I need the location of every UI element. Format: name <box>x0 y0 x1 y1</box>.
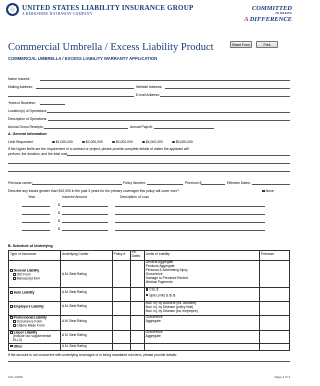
claims-question: Describe any losses greater than $10,000… <box>8 189 179 193</box>
description-field[interactable] <box>48 120 290 121</box>
page-number: Page 1 of 4 <box>274 375 290 379</box>
policy-number-label: Policy Number: <box>123 181 146 185</box>
website-address-field[interactable] <box>165 88 290 89</box>
effective-dates-field[interactable] <box>252 184 290 185</box>
claims-made-form-checkbox[interactable]: Claims-Made Form <box>10 324 59 328</box>
table-row: Professional Liability Occurrence Form C… <box>8 314 290 331</box>
col-header: Type of Insurance <box>8 250 61 261</box>
csl-checkbox[interactable]: CSL $ <box>145 287 258 292</box>
col-incurred-label: Incurred Amount <box>62 195 87 199</box>
loss-year-1[interactable] <box>22 206 50 207</box>
table-row: Employers Liability A.M. Best Rating Bod… <box>8 300 290 316</box>
table-row: Auto Liability A.M. Best Rating CSL $ Sp… <box>8 286 290 302</box>
mailing-address-field-2[interactable] <box>8 96 134 97</box>
annual-gross-field[interactable] <box>44 128 128 129</box>
form-code: CUL-10/06 <box>8 375 23 379</box>
locations-label: Location(s) of Operations: <box>8 109 48 113</box>
mailing-address-label: Mailing Address: <box>8 85 33 89</box>
premium-field[interactable] <box>201 184 225 185</box>
policy-number-field[interactable] <box>147 184 183 185</box>
section-a-heading: A. General Information <box>8 132 47 136</box>
auto-liability-checkbox[interactable]: Auto Liability <box>10 290 59 295</box>
limit-option-5[interactable]: $5,000,000 <box>172 140 193 144</box>
col-desc-label: Description of Loss <box>120 195 149 199</box>
locations-field[interactable] <box>47 112 290 113</box>
print-button[interactable]: Print <box>256 41 278 48</box>
col-header: Underlying Carrier <box>59 250 113 261</box>
other-checkbox[interactable]: Other <box>10 344 59 349</box>
page-title: Commercial Umbrella / Excess Liability P… <box>8 42 214 53</box>
table-header-row: Type of Insurance Underlying Carrier Pol… <box>8 250 290 261</box>
limit-option-4[interactable]: $4,000,000 <box>142 140 163 144</box>
concurrent-details-field[interactable] <box>8 361 290 362</box>
reset-form-button[interactable]: Reset Form <box>230 41 252 48</box>
premium-label: Premium $ <box>185 181 202 185</box>
loss-amount-4[interactable] <box>62 230 108 231</box>
table-row: Other A.M. Best Rating <box>8 343 290 352</box>
employers-liability-checkbox[interactable]: Employers Liability <box>10 304 59 309</box>
name-insured-label: Name Insured: <box>8 77 31 81</box>
company-subtitle: A BERKSHIRE HATHAWAY COMPANY <box>22 12 93 16</box>
higher-limits-note-1: If the higher limits are the requirement… <box>8 147 189 151</box>
table-row: General Liability ISO Form Manuscript fo… <box>8 259 290 288</box>
limit-option-2[interactable]: $2,000,000 <box>82 140 103 144</box>
higher-limits-note-2: perform, the duration, and the total cos… <box>8 152 69 156</box>
years-in-business-field[interactable] <box>40 104 65 105</box>
mailing-address-field[interactable] <box>36 88 134 89</box>
limit-option-1[interactable]: $1,000,000 <box>52 140 73 144</box>
email-address-label: E-mail Address: <box>136 93 160 97</box>
concurrent-note: If the account is not concurrent with un… <box>8 353 178 357</box>
col-header: Eff. Dates <box>129 250 145 261</box>
col-year-label: Year <box>28 195 35 199</box>
loss-amount-3[interactable] <box>62 222 108 223</box>
col-header: Limits of Liability <box>143 250 261 261</box>
description-label: Description of Operations: <box>8 117 48 121</box>
loss-desc-4[interactable] <box>115 230 265 231</box>
limit-option-3[interactable]: $3,000,000 <box>112 140 133 144</box>
higher-limits-field-2[interactable] <box>8 163 290 164</box>
years-in-business-label: Years in Business: <box>8 101 36 105</box>
limit-requested-label: Limit Requested: <box>8 140 34 144</box>
manuscript-form-checkbox[interactable]: Manuscript form <box>10 277 59 281</box>
loss-year-2[interactable] <box>22 214 50 215</box>
none-checkbox[interactable]: None <box>262 189 274 193</box>
committed-logo: COMMITTED TO MAKING A DIFFERENCE <box>244 5 292 23</box>
loss-year-3[interactable] <box>22 222 50 223</box>
loss-desc-1[interactable] <box>115 206 265 207</box>
effective-dates-label: Effective Dates: <box>227 181 251 185</box>
annual-payroll-label: Annual Payroll: <box>130 125 153 129</box>
loss-amount-2[interactable] <box>62 214 108 215</box>
email-address-field[interactable] <box>160 96 290 97</box>
loss-desc-2[interactable] <box>115 214 265 215</box>
col-header: Policy # <box>111 250 131 261</box>
name-insured-field[interactable] <box>40 80 290 81</box>
higher-limits-field-3[interactable] <box>8 171 290 172</box>
section-b-heading: B. Schedule of Underlying <box>8 244 53 248</box>
previous-carrier-field[interactable] <box>32 184 122 185</box>
split-limits-checkbox[interactable]: Split Limits $ /$ /$ <box>145 293 258 298</box>
company-name: UNITED STATES LIABILITY INSURANCE GROUP <box>22 4 194 12</box>
website-address-label: Website Address: <box>136 85 163 89</box>
table-row: Liquor Liability (Include our supplement… <box>8 329 290 345</box>
annual-gross-label: Annual Gross Receipts: <box>8 125 44 129</box>
col-header: Premium <box>259 250 290 261</box>
loss-amount-1[interactable] <box>62 206 108 207</box>
loss-year-4[interactable] <box>22 230 50 231</box>
annual-payroll-field[interactable] <box>154 128 214 129</box>
company-logo: UNITED STATES LIABILITY INSURANCE GROUP … <box>22 4 193 16</box>
higher-limits-field[interactable] <box>67 155 290 156</box>
schedule-of-underlying-table: Type of Insurance Underlying Carrier Pol… <box>8 250 290 352</box>
previous-carrier-label: Previous carrier: <box>8 181 33 185</box>
company-seal-icon <box>6 3 19 16</box>
loss-desc-3[interactable] <box>115 222 265 223</box>
page-subtitle: COMMERCIAL UMBRELLA / EXCESS LIABILITY W… <box>8 56 158 61</box>
